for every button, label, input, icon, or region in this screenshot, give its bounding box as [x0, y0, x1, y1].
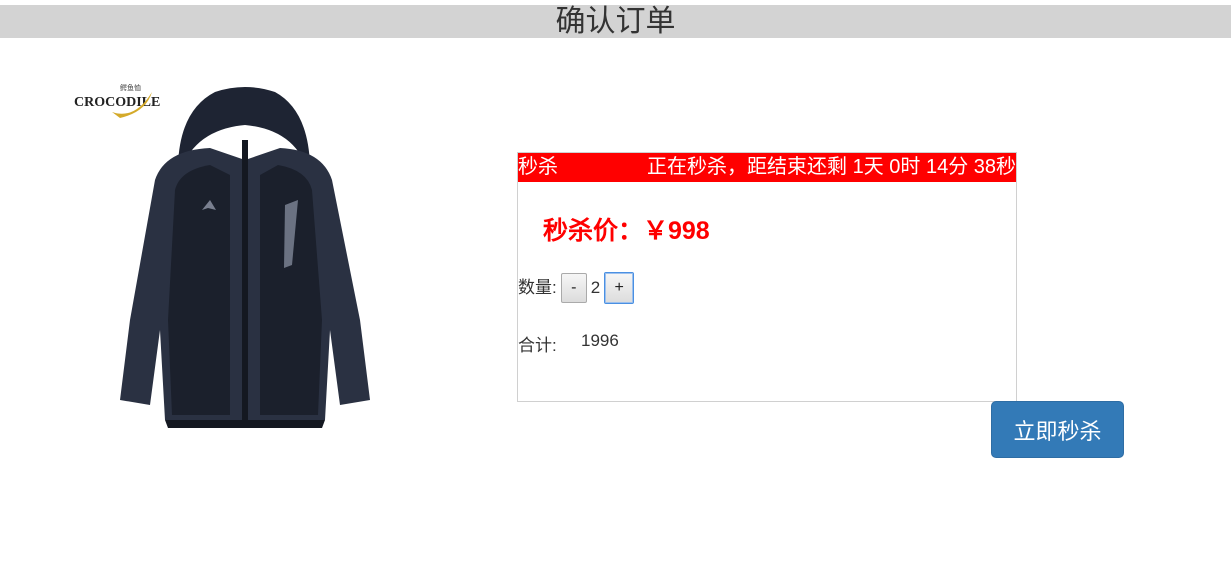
total-label: 合计:	[518, 336, 557, 355]
seckill-banner: 秒杀 正在秒杀，距结束还剩 1天 0时 14分 38秒	[518, 153, 1016, 182]
quantity-value: 2	[590, 278, 601, 297]
decrease-quantity-button[interactable]: -	[560, 273, 587, 303]
countdown-text: 正在秒杀，距结束还剩 1天 0时 14分 38秒	[647, 156, 1016, 178]
brand-logo-text: CROCODILE	[74, 95, 160, 110]
jacket-illustration	[120, 87, 370, 428]
total-row: 合计: 1996	[518, 331, 619, 356]
page-title: 确认订单	[0, 5, 1231, 38]
increase-quantity-button[interactable]: +	[604, 272, 635, 304]
seckill-price: 秒杀价：￥998	[543, 217, 710, 245]
product-image: CROCODILE 鳄鱼恤	[60, 70, 400, 440]
brand-logo-chinese: 鳄鱼恤	[120, 83, 141, 92]
total-value: 1996	[581, 331, 619, 350]
seckill-panel: 秒杀 正在秒杀，距结束还剩 1天 0时 14分 38秒 秒杀价：￥998 数量:…	[517, 152, 1017, 402]
brand-logo: CROCODILE 鳄鱼恤	[74, 83, 160, 118]
quantity-stepper: 数量: - 2 +	[518, 271, 635, 305]
buy-now-button[interactable]: 立即秒杀	[991, 401, 1124, 458]
quantity-label: 数量:	[518, 277, 557, 297]
seckill-tag: 秒杀	[518, 156, 558, 178]
